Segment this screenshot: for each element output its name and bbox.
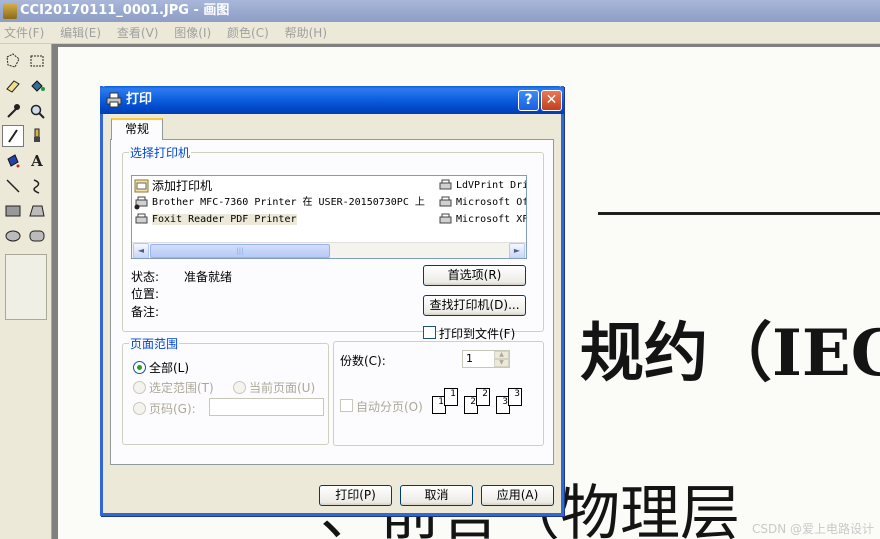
preferences-button[interactable]: 首选项(R) [423,265,526,286]
menu-image[interactable]: 图像(I) [174,26,211,40]
tab-general[interactable]: 常规 [111,118,163,140]
printer-label: Microsoft Of [456,197,527,208]
scrollbar-thumb[interactable]: ||| [150,244,330,258]
page-numbers-input[interactable] [209,398,324,416]
page-range-group: 页面范围 全部(L) 选定范围(T) 当前页面(U) 页码(G): [122,335,329,445]
fill-icon[interactable] [26,75,48,97]
printer-list-scrollbar[interactable]: ◄ ||| ► [132,242,526,258]
collate-page: 2 [476,388,490,406]
dialog-title-bar[interactable]: 打印 ? ✕ [100,86,564,114]
comment-label: 备注: [131,305,160,319]
printer-item-brother[interactable]: Brother MFC-7360 Printer 在 USER-20150730… [134,195,425,211]
menu-view[interactable]: 查看(V) [117,26,159,40]
menu-help[interactable]: 帮助(H) [285,26,327,40]
printer-icon [135,213,148,224]
rect-select-icon[interactable] [26,50,48,72]
rectangle-icon[interactable] [2,200,24,222]
status-value: 准备就绪 [184,270,233,284]
menu-edit[interactable]: 编辑(E) [60,26,101,40]
pencil-icon[interactable] [2,125,24,147]
select-printer-legend: 选择打印机 [130,146,191,160]
help-button[interactable]: ? [518,90,539,111]
current-page-label: 当前页面(U) [249,381,316,395]
select-printer-group: 选择打印机 添加打印机 Brother MFC-7360 Printer 在 U… [122,144,544,341]
document-heading-line1: 规约（IEC1 [580,316,880,391]
color-picker-icon[interactable] [2,100,24,122]
page-numbers-radio[interactable] [133,402,146,415]
printer-label: 添加打印机 [152,179,213,193]
menu-file[interactable]: 文件(F) [4,26,44,40]
watermark: CSDN @爱上电路设计 [751,522,874,536]
app-title: CCI20170111_0001.JPG - 画图 [20,3,230,18]
eraser-icon[interactable] [2,75,24,97]
text-icon[interactable]: A [26,150,48,172]
ellipse-icon[interactable] [2,225,24,247]
collate-label: 自动分页(O) [356,400,423,414]
printer-item-ldvprint[interactable]: LdVPrint Dri [438,178,527,194]
print-dialog: 打印 ? ✕ 常规 选择打印机 添加打印机 Brother MFC-7360 P… [100,86,564,516]
add-printer-icon [134,179,149,193]
printer-item-foxit[interactable]: Foxit Reader PDF Printer [134,212,297,228]
polygon-icon[interactable] [26,200,48,222]
curve-icon[interactable] [26,175,48,197]
general-tab-panel: 选择打印机 添加打印机 Brother MFC-7360 Printer 在 U… [110,139,554,465]
close-button[interactable]: ✕ [541,90,562,111]
printer-icon [439,213,452,224]
airbrush-icon[interactable] [2,150,24,172]
printer-label: LdVPrint Dri [456,180,527,191]
paint-app-icon [3,3,17,19]
page-range-legend: 页面范围 [130,337,179,351]
collate-page: 1 [444,388,458,406]
printer-default-icon [134,196,148,210]
magnifier-icon[interactable] [26,100,48,122]
printer-label: Microsoft XF [456,214,527,225]
status-label: 状态: [131,270,160,284]
printer-label: Foxit Reader PDF Printer [152,214,297,225]
rounded-rectangle-icon[interactable] [26,225,48,247]
printer-icon [439,179,452,190]
printer-label: Brother MFC-7360 Printer 在 USER-20150730… [152,197,425,208]
menu-colors[interactable]: 颜色(C) [227,26,269,40]
spin-up-icon[interactable]: ▲ [494,351,509,359]
apply-button[interactable]: 应用(A) [481,485,554,506]
app-title-bar: CCI20170111_0001.JPG - 画图 [0,0,880,22]
brush-icon[interactable] [26,125,48,147]
toolbox: A [0,44,52,539]
copies-input[interactable]: 1 ▲ ▼ [462,350,510,368]
copies-group: 份数(C): 1 ▲ ▼ 自动分页(O) 1 1 2 2 3 3 [333,341,544,446]
free-select-icon[interactable] [2,50,24,72]
cancel-button[interactable]: 取消 [400,485,473,506]
document-rule-line [598,212,880,215]
copies-value: 1 [466,352,473,365]
selection-label: 选定范围(T) [149,381,214,395]
all-pages-label: 全部(L) [149,361,190,375]
copies-label: 份数(C): [340,354,386,368]
printer-icon [439,196,452,207]
print-to-file-label: 打印到文件(F) [439,327,516,341]
find-printer-button[interactable]: 查找打印机(D)... [423,295,526,316]
menu-bar: 文件(F) 编辑(E) 查看(V) 图像(I) 颜色(C) 帮助(H) [0,22,880,44]
print-to-file-checkbox[interactable] [423,326,436,339]
tool-options-panel[interactable] [5,254,47,320]
printer-title-icon [106,92,122,108]
location-label: 位置: [131,287,160,301]
dialog-title: 打印 [126,92,153,107]
page-numbers-label: 页码(G): [149,402,196,416]
collate-checkbox[interactable] [340,399,353,412]
current-page-radio[interactable] [233,381,246,394]
line-icon[interactable] [2,175,24,197]
scroll-left-icon[interactable]: ◄ [133,243,149,258]
printer-item-microsoft-xps[interactable]: Microsoft XF [438,212,527,228]
all-pages-radio[interactable] [133,361,146,374]
selection-radio[interactable] [133,381,146,394]
printer-list[interactable]: 添加打印机 Brother MFC-7360 Printer 在 USER-20… [131,175,527,259]
scroll-right-icon[interactable]: ► [509,243,525,258]
printer-item-add[interactable]: 添加打印机 [134,178,212,194]
printer-item-microsoft-office[interactable]: Microsoft Of [438,195,527,211]
collate-page: 3 [508,388,522,406]
print-button[interactable]: 打印(P) [319,485,392,506]
spin-down-icon[interactable]: ▼ [494,359,509,367]
